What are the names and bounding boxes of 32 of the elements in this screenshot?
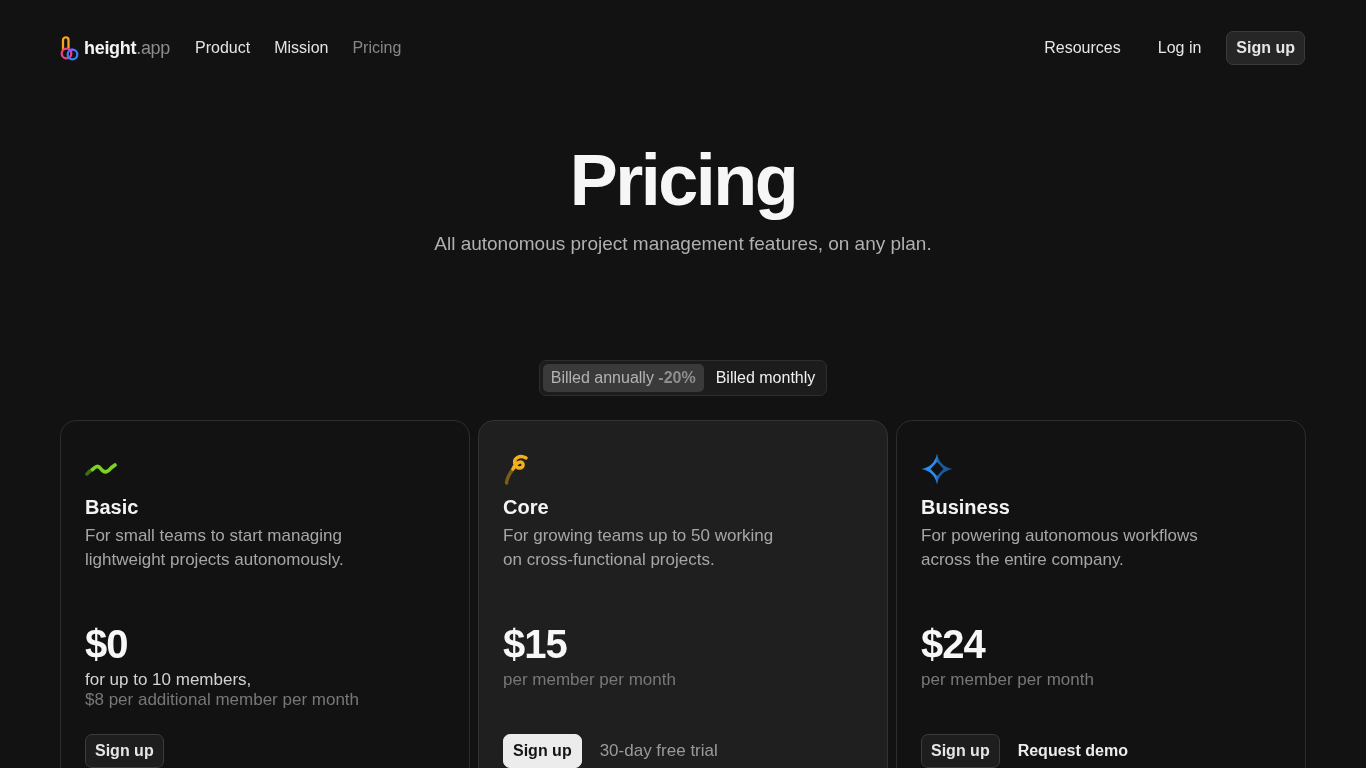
plan-name: Basic [85, 495, 140, 520]
wave-icon [85, 462, 117, 476]
nav-link[interactable]: Pricing [352, 39, 402, 57]
nav-link[interactable]: Resources [1032, 33, 1133, 63]
plan-price: $15 [503, 622, 568, 666]
sparkle-icon [921, 453, 953, 485]
plan-description: For growing teams up to 50 working on cross-functional projects. [503, 525, 775, 571]
plan-button[interactable]: Sign up [921, 734, 1000, 768]
curl-icon [503, 453, 529, 485]
plan-price: $24 [921, 622, 987, 666]
plan-description: For small teams to start managing lightweight projects autonomously. [85, 525, 345, 571]
nav-link[interactable]: Product [195, 39, 251, 57]
price-note: per member per month [921, 670, 1095, 690]
price-note: per member per month [503, 670, 677, 690]
plan-description: For powering autonomous workflows across the entire company. [921, 525, 1199, 571]
nav-link[interactable]: Mission [274, 39, 329, 57]
page-subtitle: All autonomous project management features, on any plan. [434, 232, 932, 256]
plan-name: Business [921, 495, 1011, 520]
logo-text[interactable]: height.app [84, 37, 171, 59]
nav-button[interactable]: Sign up [1226, 31, 1305, 65]
price-note: $8 per additional member per month [85, 690, 361, 710]
trial-caption: 30-day free trial [599, 741, 718, 761]
logo-icon[interactable] [59, 35, 79, 61]
billing-option[interactable]: Billed annually -20% [542, 364, 704, 392]
plan-name: Core [503, 495, 550, 520]
nav-link[interactable]: Log in [1145, 33, 1214, 63]
plan-button[interactable]: Sign up [85, 734, 164, 768]
price-note: for up to 10 members, [85, 670, 253, 690]
plan-price: $0 [85, 622, 129, 666]
billing-option[interactable]: Billed monthly [707, 364, 824, 392]
plan-primary-button[interactable]: Sign up [503, 734, 582, 768]
plan-link[interactable]: Request demo [1017, 742, 1128, 760]
